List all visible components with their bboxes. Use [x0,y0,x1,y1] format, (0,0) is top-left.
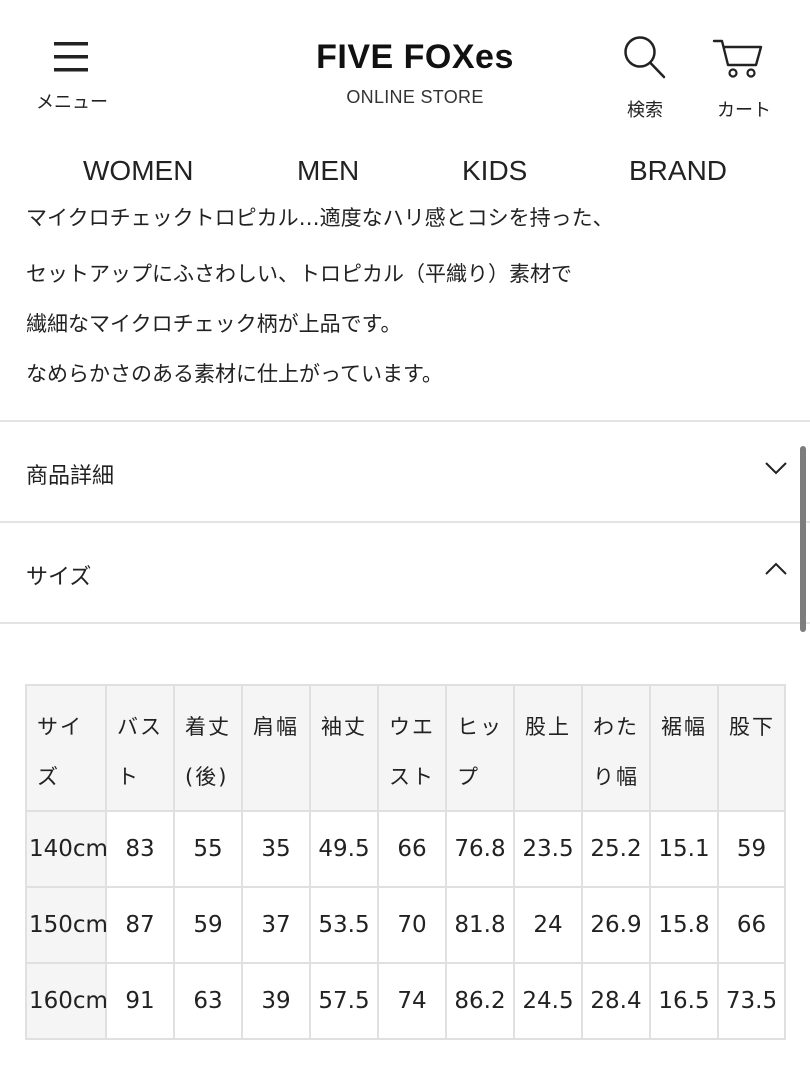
description-line: セットアップにふさわしい、トロピカル（平織り）素材で [26,262,572,286]
size-table: サイズ バスト 着丈(後) 肩幅 袖丈 ウエスト ヒップ 股上 わたり幅 裾幅 … [25,684,786,1040]
cart-icon [712,39,763,78]
search-label: 検索 [627,100,663,121]
column-header: 肩幅 [241,684,311,812]
cart-button[interactable]: カート [704,30,784,121]
size-cell: 160cm [25,962,108,1040]
table-cell: 37 [241,886,311,964]
chevron-down-icon [765,462,787,475]
scrollbar[interactable] [800,446,806,632]
product-page: メニュー FIVE FOXes ONLINE STORE 検索 カート WOME… [0,0,810,1080]
table-cell: 70 [377,886,447,964]
divider [0,622,810,624]
column-header: ヒップ [445,684,515,812]
search-icon [624,36,666,79]
column-header: 股上 [513,684,583,812]
table-cell: 66 [717,886,786,964]
description-line: マイクロチェックトロピカル…適度なハリ感とコシを持った、 [26,206,614,230]
menu-label: メニュー [36,92,108,113]
table-cell: 35 [241,810,311,888]
column-header: わたり幅 [581,684,651,812]
search-button[interactable]: 検索 [612,30,678,121]
column-header: 着丈(後) [173,684,243,812]
hamburger-icon [54,42,88,72]
size-table-header-row: サイズ バスト 着丈(後) 肩幅 袖丈 ウエスト ヒップ 股上 わたり幅 裾幅 … [25,684,786,812]
table-cell: 49.5 [309,810,379,888]
table-cell: 86.2 [445,962,515,1040]
column-header: ウエスト [377,684,447,812]
table-cell: 39 [241,962,311,1040]
table-cell: 53.5 [309,886,379,964]
product-details-label: 商品詳細 [26,464,115,489]
cart-label: カート [717,100,771,121]
column-header: サイズ [25,684,107,812]
table-cell: 24.5 [513,962,583,1040]
site-logo[interactable]: FIVE FOXes ONLINE STORE [270,38,560,108]
product-description: マイクロチェックトロピカル…適度なハリ感とコシを持った、 セットアップにふさわし… [0,200,810,422]
nav-men[interactable]: MEN [297,155,359,187]
column-header: 裾幅 [649,684,719,812]
table-row: 160cm 91 63 39 57.5 74 86.2 24.5 28.4 16… [25,962,786,1040]
table-cell: 76.8 [445,810,515,888]
table-cell: 59 [173,886,243,964]
table-cell: 73.5 [717,962,786,1040]
size-cell: 140cm [25,810,108,888]
description-line: なめらかさのある素材に仕上がっています。 [26,362,443,386]
table-cell: 57.5 [309,962,379,1040]
table-cell: 25.2 [581,810,651,888]
table-cell: 91 [105,962,175,1040]
table-cell: 87 [105,886,175,964]
site-header: メニュー FIVE FOXes ONLINE STORE 検索 カート [0,0,810,130]
logo-subtitle: ONLINE STORE [346,87,484,107]
product-details-accordion[interactable]: 商品詳細 [0,420,810,521]
description-line: 繊細なマイクロチェック柄が上品です。 [26,312,402,336]
table-cell: 63 [173,962,243,1040]
size-label: サイズ [26,565,92,590]
table-row: 150cm 87 59 37 53.5 70 81.8 24 26.9 15.8… [25,886,786,964]
table-cell: 55 [173,810,243,888]
size-cell: 150cm [25,886,108,964]
category-nav: WOMEN MEN KIDS BRAND [0,155,810,199]
table-cell: 66 [377,810,447,888]
nav-women[interactable]: WOMEN [83,155,193,187]
nav-brand[interactable]: BRAND [629,155,727,187]
table-cell: 23.5 [513,810,583,888]
size-accordion[interactable]: サイズ [0,521,810,622]
logo-title: FIVE FOXes [316,38,514,76]
table-cell: 28.4 [581,962,651,1040]
column-header: 袖丈 [309,684,379,812]
nav-kids[interactable]: KIDS [462,155,527,187]
table-cell: 16.5 [649,962,719,1040]
column-header: バスト [105,684,175,812]
table-cell: 83 [105,810,175,888]
table-row: 140cm 83 55 35 49.5 66 76.8 23.5 25.2 15… [25,810,786,888]
table-cell: 24 [513,886,583,964]
chevron-up-icon [765,562,787,575]
menu-button[interactable]: メニュー [28,38,116,118]
table-cell: 74 [377,962,447,1040]
table-cell: 59 [717,810,786,888]
table-cell: 15.1 [649,810,719,888]
table-cell: 81.8 [445,886,515,964]
table-cell: 15.8 [649,886,719,964]
column-header: 股下 [717,684,786,812]
table-cell: 26.9 [581,886,651,964]
